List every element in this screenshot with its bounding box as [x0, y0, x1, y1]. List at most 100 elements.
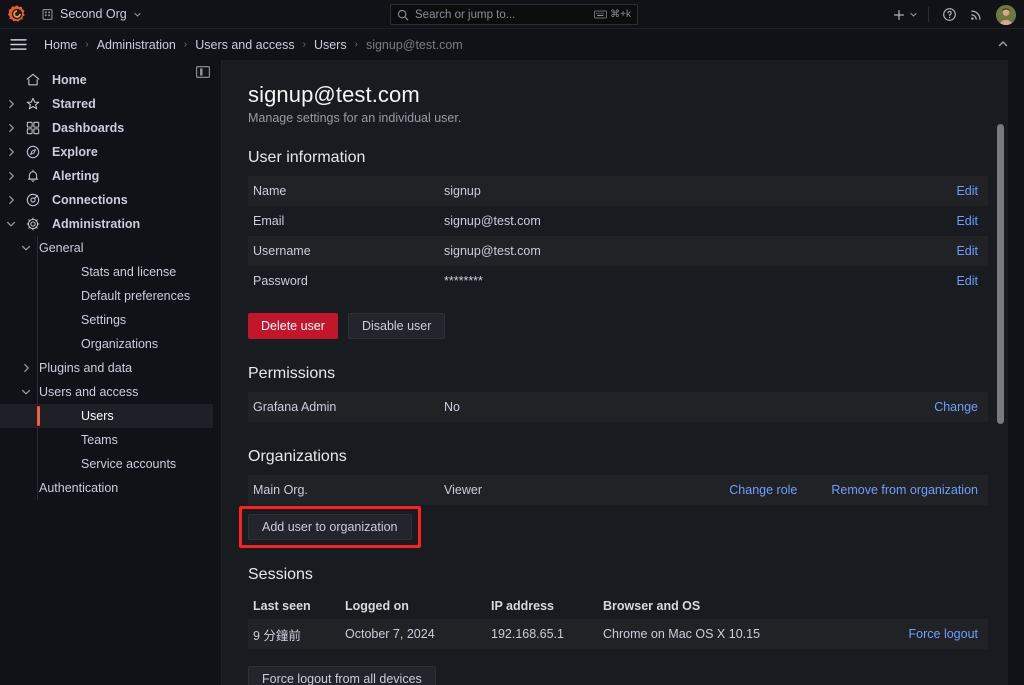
change-grafana-admin-link[interactable]: Change: [934, 400, 978, 414]
sidebar-item-service-accounts[interactable]: Service accounts: [0, 452, 213, 476]
sidebar-item-label: Settings: [81, 313, 127, 327]
sidebar-item-stats-and-license[interactable]: Stats and license: [0, 260, 213, 284]
change-role-link[interactable]: Change role: [729, 483, 797, 497]
table-row: Grafana Admin No Change: [248, 392, 988, 422]
vertical-scrollbar[interactable]: [997, 124, 1004, 424]
dashboards-icon: [22, 120, 44, 136]
sidebar-nav: Home Starred Dashboards Explore Alerting Conn…: [0, 68, 221, 500]
sidebar-item-label: Starred: [52, 97, 96, 111]
permissions-table: Grafana Admin No Change: [248, 392, 988, 422]
sidebar-item-users[interactable]: Users: [0, 404, 213, 428]
user-info-value: ********: [444, 274, 483, 288]
home-icon: [22, 72, 44, 88]
breadcrumb-item-users[interactable]: Users: [311, 36, 350, 54]
edit-link-password[interactable]: Edit: [956, 274, 978, 288]
chevron-down-icon[interactable]: [0, 212, 22, 236]
sessions-actions: Force logout from all devices: [248, 666, 982, 685]
building-icon: [42, 8, 53, 20]
sidebar-item-authentication[interactable]: Authentication: [0, 476, 213, 500]
remove-from-organization-link[interactable]: Remove from organization: [831, 483, 978, 497]
sidebar-item-general[interactable]: General: [0, 236, 213, 260]
edit-link-name[interactable]: Edit: [956, 184, 978, 198]
sidebar-item-default-preferences[interactable]: Default preferences: [0, 284, 213, 308]
sidebar-item-users-and-access[interactable]: Users and access: [0, 380, 213, 404]
chevron-right-icon[interactable]: [0, 92, 22, 116]
avatar[interactable]: [996, 4, 1016, 25]
sessions-section: Sessions Last seen Logged on IP address Bro…: [248, 566, 988, 685]
chevron-down-icon: [134, 12, 141, 17]
sidebar-item-label: Stats and license: [81, 265, 177, 279]
breadcrumb-item-home[interactable]: Home: [41, 36, 80, 54]
user-info-value: signup@test.com: [444, 214, 541, 228]
shortcut-text: ⌘+k: [610, 9, 631, 20]
menu-toggle-icon[interactable]: [10, 38, 27, 51]
user-info-action: Edit: [854, 236, 988, 266]
org-name: Second Org: [60, 7, 127, 21]
organization-name: Main Org.: [253, 483, 308, 497]
sessions-column-header: IP address: [491, 599, 555, 613]
chevron-right-icon[interactable]: [0, 140, 22, 164]
sessions-column-header: Logged on: [345, 599, 409, 613]
sidebar-item-connections[interactable]: Connections: [0, 188, 213, 212]
org-switcher[interactable]: Second Org: [37, 5, 148, 23]
grafana-logo[interactable]: [7, 4, 27, 24]
help-button[interactable]: [937, 4, 961, 26]
sidebar-item-label: General: [39, 241, 84, 255]
user-info-label: Password: [253, 274, 308, 288]
chevron-down-icon[interactable]: [15, 380, 37, 404]
breadcrumb-separator: ›: [85, 39, 89, 50]
chevron-right-icon[interactable]: [0, 164, 22, 188]
disable-user-button[interactable]: Disable user: [347, 313, 446, 339]
sidebar-item-label: Home: [52, 73, 87, 87]
sidebar-item-home[interactable]: Home: [0, 68, 213, 92]
user-info-action: Edit: [854, 266, 988, 296]
page-title: signup@test.com: [248, 82, 420, 107]
sidebar-item-organizations[interactable]: Organizations: [0, 332, 213, 356]
sidebar-item-label: Users and access: [39, 385, 139, 399]
breadcrumb-separator: ›: [183, 39, 188, 50]
news-button[interactable]: [964, 4, 988, 26]
sidebar-item-starred[interactable]: Starred: [0, 92, 213, 116]
add-user-to-organization-button[interactable]: Add user to organization: [248, 514, 412, 540]
sessions-column-header-actions: [859, 593, 988, 619]
keyboard-icon: [594, 10, 608, 19]
sidebar-item-administration[interactable]: Administration: [0, 212, 213, 236]
sidebar-item-teams[interactable]: Teams: [0, 428, 213, 452]
sidebar-item-alerting[interactable]: Alerting: [0, 164, 213, 188]
chevron-right-icon[interactable]: [15, 356, 37, 380]
session-last-seen: 9 分鐘前: [253, 628, 301, 643]
help-icon: [942, 8, 956, 21]
delete-user-button[interactable]: Delete user: [248, 313, 338, 339]
sessions-heading: Sessions: [248, 566, 313, 583]
breadcrumb-bar: Home › Administration › Users and access › Use…: [0, 29, 1024, 60]
sidebar-item-settings[interactable]: Settings: [0, 308, 213, 332]
sidebar-item-explore[interactable]: Explore: [0, 140, 213, 164]
chevron-down-icon[interactable]: [15, 236, 37, 260]
sidebar-item-label: Plugins and data: [39, 361, 133, 375]
edit-link-username[interactable]: Edit: [956, 244, 978, 258]
session-ip-address: 192.168.65.1: [491, 627, 564, 641]
chevron-down-icon: [910, 12, 917, 17]
edit-link-email[interactable]: Edit: [956, 214, 978, 228]
chevron-up-icon[interactable]: [996, 37, 1010, 51]
sidebar-item-dashboards[interactable]: Dashboards: [0, 116, 213, 140]
force-logout-link[interactable]: Force logout: [909, 627, 978, 641]
organizations-section: Organizations Main Org. Viewer Change role…: [239, 448, 988, 548]
search-container: Search or jump to... ⌘+k: [390, 4, 638, 25]
organization-actions: Change role Remove from organization: [514, 475, 988, 505]
force-logout-all-button[interactable]: Force logout from all devices: [248, 666, 436, 685]
sidebar-item-plugins-and-data[interactable]: Plugins and data: [0, 356, 213, 380]
new-button[interactable]: [887, 4, 920, 26]
connections-icon: [22, 192, 44, 208]
top-bar-actions: [887, 0, 1016, 29]
user-action-buttons: Delete user Disable user: [248, 313, 982, 339]
search-input[interactable]: Search or jump to... ⌘+k: [390, 4, 638, 25]
chevron-right-icon[interactable]: [0, 116, 22, 140]
chevron-right-icon[interactable]: [0, 188, 22, 212]
table-row: Username signup@test.com Edit: [248, 236, 988, 266]
breadcrumb-item-administration[interactable]: Administration: [94, 36, 179, 54]
table-row: Email signup@test.com Edit: [248, 206, 988, 236]
sessions-header-row: Last seen Logged on IP address Browser and …: [248, 593, 988, 619]
breadcrumb-item-users-and-access[interactable]: Users and access: [192, 36, 297, 54]
user-info-value: signup@test.com: [444, 244, 541, 258]
